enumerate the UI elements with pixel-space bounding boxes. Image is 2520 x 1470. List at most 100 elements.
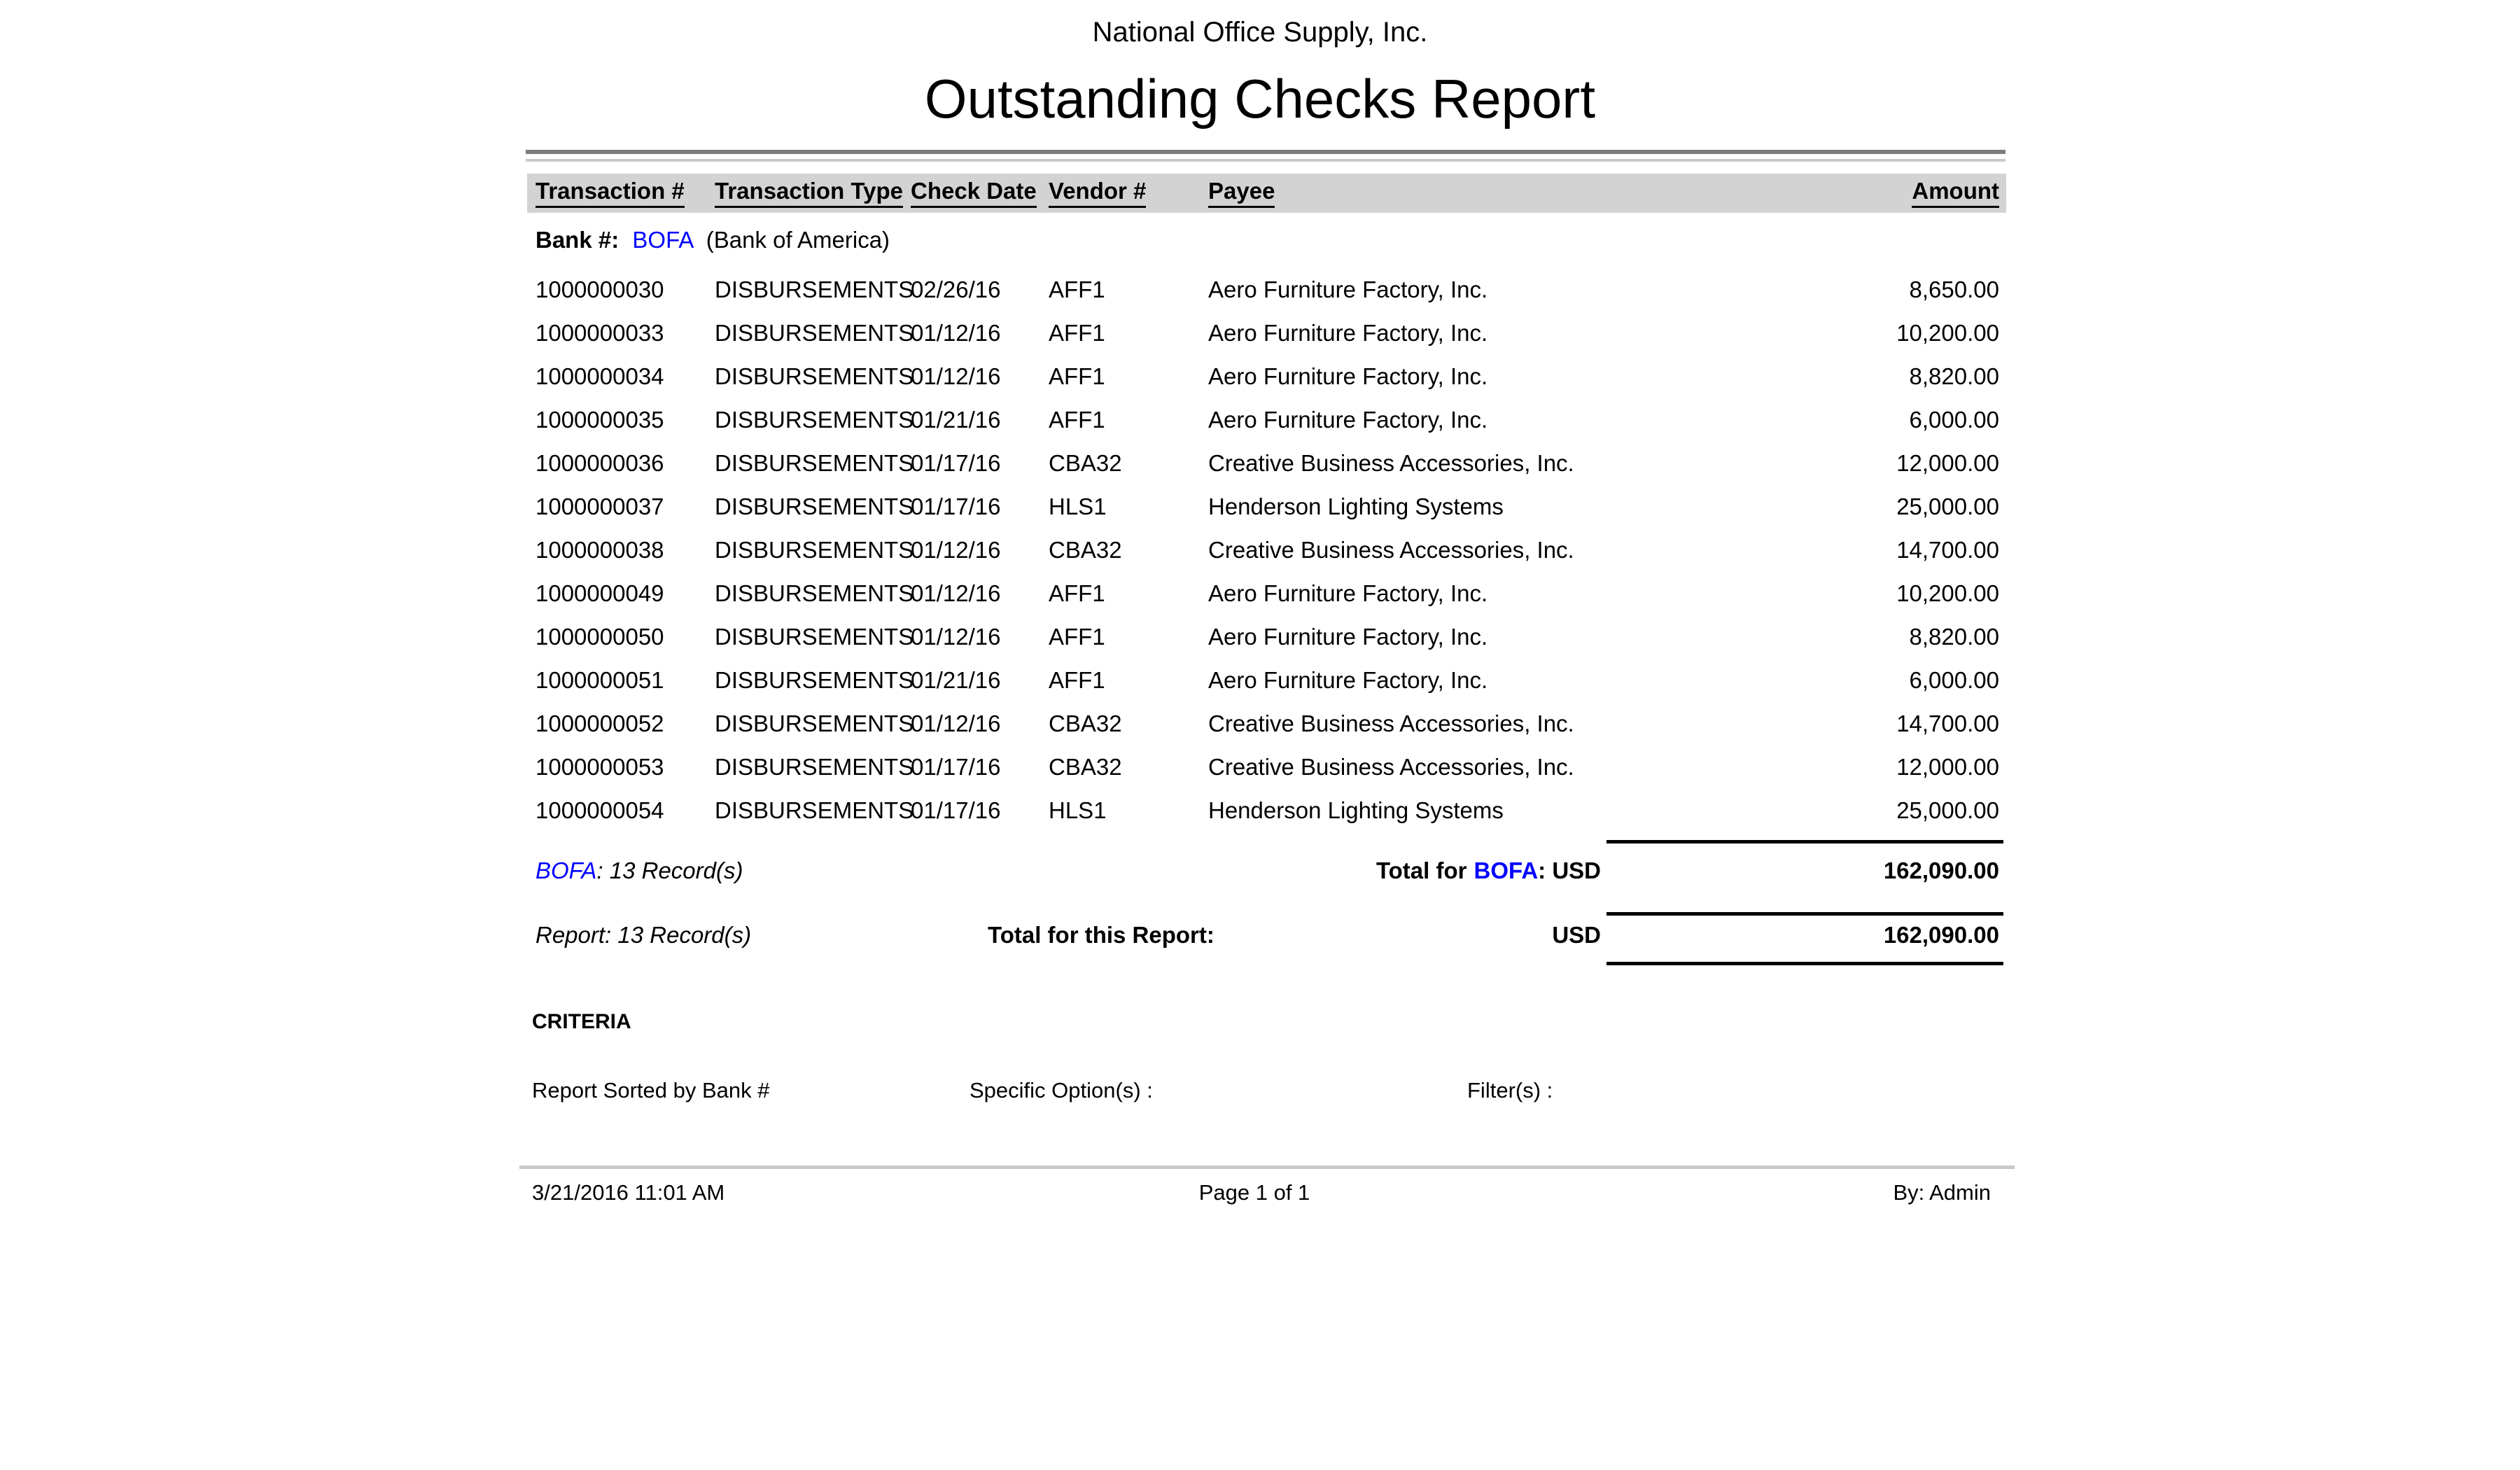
cell-vendor-number: HLS1 <box>1049 789 1107 832</box>
table-row: 1000000035 DISBURSEMENTS 01/21/16 AFF1 A… <box>0 398 2520 442</box>
column-header-transaction-number: Transaction # <box>536 178 685 208</box>
cell-transaction-type: DISBURSEMENTS <box>715 615 913 659</box>
table-body: 1000000030 DISBURSEMENTS 02/26/16 AFF1 A… <box>0 268 2520 832</box>
top-divider-light <box>526 159 2005 162</box>
cell-transaction-type: DISBURSEMENTS <box>715 355 913 398</box>
cell-payee: Henderson Lighting Systems <box>1208 485 1504 528</box>
cell-payee: Aero Furniture Factory, Inc. <box>1208 355 1488 398</box>
footer-divider <box>519 1166 2015 1169</box>
cell-transaction-number: 1000000050 <box>536 615 664 659</box>
cell-check-date: 01/12/16 <box>911 615 1000 659</box>
cell-payee: Creative Business Accessories, Inc. <box>1208 702 1574 746</box>
report-total-row: Report: 13 Record(s) Total for this Repo… <box>0 917 2520 953</box>
bank-group-label: Bank #: <box>536 227 619 253</box>
footer-datetime: 3/21/2016 11:01 AM <box>532 1180 724 1205</box>
cell-amount: 25,000.00 <box>1896 485 1999 528</box>
table-row: 1000000054 DISBURSEMENTS 01/17/16 HLS1 H… <box>0 789 2520 832</box>
cell-check-date: 01/21/16 <box>911 398 1000 442</box>
cell-check-date: 01/17/16 <box>911 485 1000 528</box>
criteria-sorted-by: Report Sorted by Bank # <box>532 1078 769 1103</box>
cell-transaction-type: DISBURSEMENTS <box>715 528 913 572</box>
table-row: 1000000038 DISBURSEMENTS 01/12/16 CBA32 … <box>0 528 2520 572</box>
cell-transaction-number: 1000000036 <box>536 442 664 485</box>
cell-amount: 10,200.00 <box>1896 312 1999 355</box>
column-header-payee: Payee <box>1208 178 1275 208</box>
table-header-band: Transaction # Transaction Type Check Dat… <box>527 174 2006 213</box>
report-total-currency: USD <box>1552 917 1601 953</box>
cell-amount: 10,200.00 <box>1896 572 1999 615</box>
report-title: Outstanding Checks Report <box>0 66 2520 132</box>
bank-record-count-text: : 13 Record(s) <box>596 858 743 883</box>
table-row: 1000000037 DISBURSEMENTS 01/17/16 HLS1 H… <box>0 485 2520 528</box>
cell-amount: 8,820.00 <box>1910 355 1999 398</box>
table-row: 1000000052 DISBURSEMENTS 01/12/16 CBA32 … <box>0 702 2520 746</box>
cell-check-date: 01/17/16 <box>911 442 1000 485</box>
cell-vendor-number: AFF1 <box>1049 615 1105 659</box>
cell-transaction-number: 1000000038 <box>536 528 664 572</box>
cell-payee: Creative Business Accessories, Inc. <box>1208 528 1574 572</box>
bank-total-row: BOFA: 13 Record(s) Total forBOFA: USD 16… <box>0 853 2520 889</box>
cell-payee: Aero Furniture Factory, Inc. <box>1208 312 1488 355</box>
cell-check-date: 01/21/16 <box>911 659 1000 702</box>
cell-transaction-type: DISBURSEMENTS <box>715 398 913 442</box>
cell-amount: 12,000.00 <box>1896 746 1999 789</box>
cell-vendor-number: CBA32 <box>1049 746 1122 789</box>
column-header-transaction-type: Transaction Type <box>715 178 903 208</box>
bank-total-label: Total for BOFA: USD <box>1376 853 1601 889</box>
cell-vendor-number: CBA32 <box>1049 528 1122 572</box>
cell-check-date: 02/26/16 <box>911 268 1000 312</box>
report-record-count: Report: 13 Record(s) <box>536 917 751 953</box>
bank-total-label-suffix: : USD <box>1538 858 1601 883</box>
bank-total-amount: 162,090.00 <box>1884 853 1999 889</box>
report-total-label: Total for this Report: <box>988 917 1214 953</box>
cell-transaction-type: DISBURSEMENTS <box>715 572 913 615</box>
cell-transaction-number: 1000000054 <box>536 789 664 832</box>
cell-amount: 12,000.00 <box>1896 442 1999 485</box>
table-row: 1000000051 DISBURSEMENTS 01/21/16 AFF1 A… <box>0 659 2520 702</box>
cell-transaction-number: 1000000035 <box>536 398 664 442</box>
cell-check-date: 01/12/16 <box>911 312 1000 355</box>
cell-transaction-number: 1000000037 <box>536 485 664 528</box>
cell-payee: Creative Business Accessories, Inc. <box>1208 442 1574 485</box>
bank-code-link[interactable]: BOFA <box>536 858 596 883</box>
criteria-specific-options: Specific Option(s) : <box>969 1078 1153 1103</box>
cell-transaction-type: DISBURSEMENTS <box>715 312 913 355</box>
cell-amount: 8,650.00 <box>1910 268 1999 312</box>
cell-payee: Aero Furniture Factory, Inc. <box>1208 268 1488 312</box>
bank-total-rule <box>1606 840 2003 844</box>
table-row: 1000000049 DISBURSEMENTS 01/12/16 AFF1 A… <box>0 572 2520 615</box>
cell-transaction-type: DISBURSEMENTS <box>715 789 913 832</box>
cell-vendor-number: CBA32 <box>1049 442 1122 485</box>
cell-check-date: 01/12/16 <box>911 528 1000 572</box>
criteria-heading: CRITERIA <box>532 1010 631 1034</box>
bank-total-label-prefix: Total for <box>1376 858 1467 883</box>
cell-check-date: 01/12/16 <box>911 572 1000 615</box>
cell-transaction-number: 1000000052 <box>536 702 664 746</box>
cell-vendor-number: AFF1 <box>1049 659 1105 702</box>
cell-transaction-number: 1000000049 <box>536 572 664 615</box>
cell-vendor-number: AFF1 <box>1049 572 1105 615</box>
cell-amount: 14,700.00 <box>1896 702 1999 746</box>
cell-payee: Henderson Lighting Systems <box>1208 789 1504 832</box>
footer-page-number: Page 1 of 1 <box>1199 1180 1310 1205</box>
bank-record-count: BOFA: 13 Record(s) <box>536 853 743 889</box>
cell-vendor-number: AFF1 <box>1049 398 1105 442</box>
bank-code-link[interactable]: BOFA <box>632 227 692 253</box>
cell-amount: 8,820.00 <box>1910 615 1999 659</box>
table-row: 1000000036 DISBURSEMENTS 01/17/16 CBA32 … <box>0 442 2520 485</box>
report-total-amount: 162,090.00 <box>1884 917 1999 953</box>
cell-transaction-type: DISBURSEMENTS <box>715 659 913 702</box>
cell-check-date: 01/17/16 <box>911 789 1000 832</box>
cell-check-date: 01/17/16 <box>911 746 1000 789</box>
bank-code-link[interactable]: BOFA <box>1474 858 1538 883</box>
cell-vendor-number: CBA32 <box>1049 702 1122 746</box>
cell-amount: 25,000.00 <box>1896 789 1999 832</box>
cell-transaction-type: DISBURSEMENTS <box>715 702 913 746</box>
cell-transaction-type: DISBURSEMENTS <box>715 746 913 789</box>
cell-amount: 14,700.00 <box>1896 528 1999 572</box>
column-header-amount: Amount <box>1912 178 1999 208</box>
cell-check-date: 01/12/16 <box>911 702 1000 746</box>
column-header-vendor-number: Vendor # <box>1049 178 1146 208</box>
top-divider-dark <box>526 150 2005 154</box>
bank-group-header: Bank #: BOFA (Bank of America) <box>536 224 890 256</box>
